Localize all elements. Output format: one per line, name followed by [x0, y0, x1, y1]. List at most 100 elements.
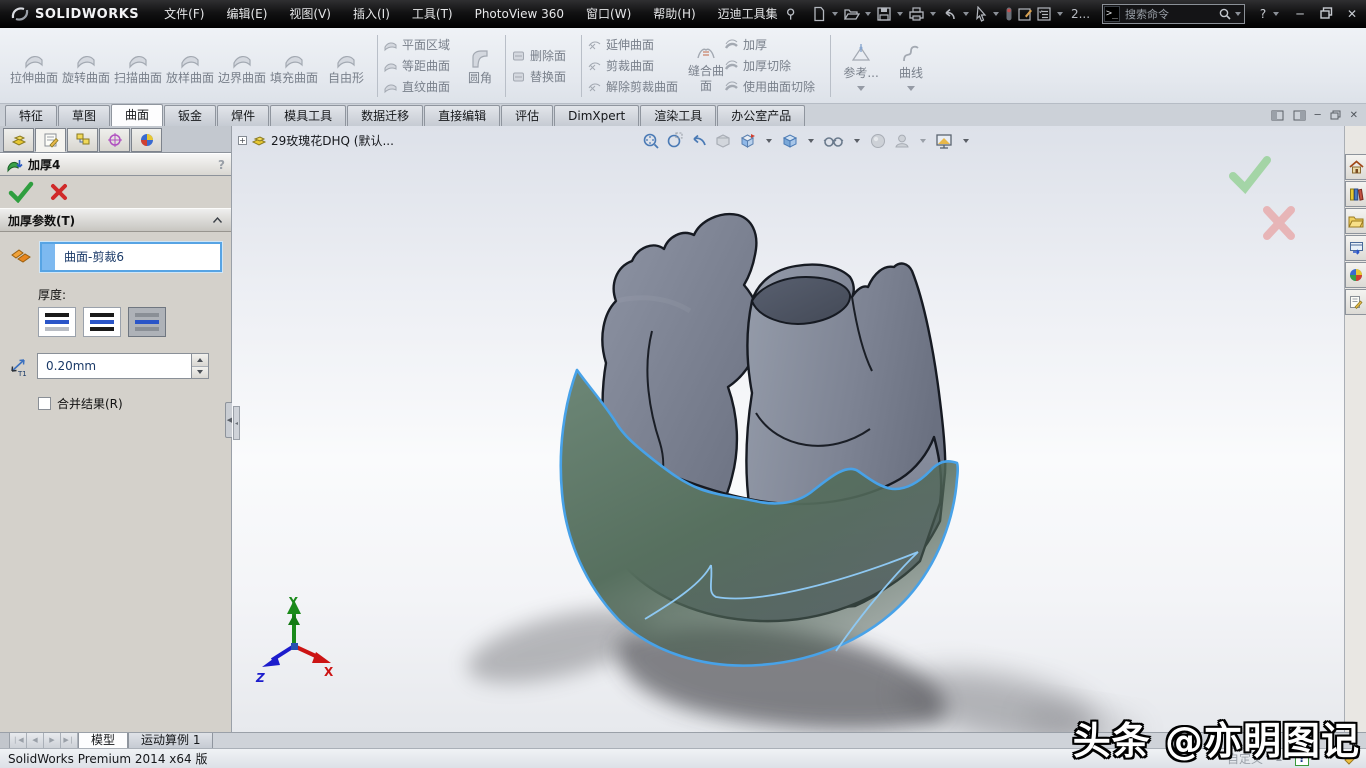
- open-caret[interactable]: [865, 12, 871, 16]
- zoom-area-icon[interactable]: [666, 132, 684, 150]
- new-document-icon[interactable]: [810, 4, 828, 24]
- ribbon-large-button[interactable]: 旋转曲面: [60, 45, 112, 85]
- reference-caret[interactable]: [857, 86, 865, 91]
- command-tab[interactable]: 草图: [58, 105, 110, 126]
- new-caret[interactable]: [832, 12, 838, 16]
- command-tab[interactable]: 数据迁移: [347, 105, 423, 126]
- bottom-tab[interactable]: 模型: [78, 733, 128, 748]
- save-icon[interactable]: [875, 4, 893, 24]
- file-explorer-icon[interactable]: [1345, 208, 1366, 234]
- curves-caret[interactable]: [907, 86, 915, 91]
- display-style-icon[interactable]: [781, 132, 799, 150]
- ribbon-small-button[interactable]: 加厚: [724, 35, 825, 54]
- display-style-caret[interactable]: [808, 139, 814, 143]
- ribbon-large-button[interactable]: 扫描曲面: [112, 45, 164, 85]
- pin-icon[interactable]: [785, 7, 796, 21]
- open-icon[interactable]: [842, 4, 861, 24]
- view-settings-caret[interactable]: [963, 139, 969, 143]
- reference-geometry-button[interactable]: 参考...: [836, 40, 886, 91]
- edit-appearance-icon[interactable]: [869, 132, 887, 150]
- appearances-icon[interactable]: [1345, 262, 1366, 288]
- ribbon-small-button[interactable]: 等距曲面: [383, 56, 460, 75]
- viewport-cancel-button[interactable]: [1267, 210, 1291, 236]
- quick-label[interactable]: 2...: [1071, 7, 1090, 21]
- print-icon[interactable]: [907, 4, 926, 24]
- bottom-tab[interactable]: 运动算例 1: [128, 733, 213, 748]
- menu-item[interactable]: 文件(F): [153, 0, 215, 28]
- menu-item[interactable]: PhotoView 360: [464, 0, 575, 28]
- select-caret[interactable]: [993, 12, 999, 16]
- part-name[interactable]: 29玫瑰花DHQ (默认...: [271, 132, 394, 149]
- ribbon-small-button[interactable]: 替换面: [511, 67, 576, 86]
- search-icon[interactable]: [1218, 7, 1232, 21]
- apply-scene-icon[interactable]: [893, 132, 911, 150]
- command-tab[interactable]: 直接编辑: [424, 105, 500, 126]
- close-button[interactable]: ✕: [1344, 7, 1360, 21]
- curves-button[interactable]: 曲线: [886, 40, 936, 91]
- ribbon-large-button[interactable]: 拉伸曲面: [8, 45, 60, 85]
- help-caret[interactable]: [1273, 12, 1279, 16]
- cancel-button[interactable]: [50, 183, 68, 201]
- menu-item[interactable]: 窗口(W): [575, 0, 642, 28]
- viewport-splitter-knob[interactable]: ◂: [233, 406, 240, 440]
- ribbon-large-button[interactable]: 放样曲面: [164, 45, 216, 85]
- print-caret[interactable]: [930, 12, 936, 16]
- design-library-icon[interactable]: [1345, 181, 1366, 207]
- graphics-viewport[interactable]: + 29玫瑰花DHQ (默认...: [232, 126, 1344, 732]
- command-tab[interactable]: 焊件: [217, 105, 269, 126]
- customize-label[interactable]: 自定义: [1227, 750, 1263, 767]
- command-tab[interactable]: DimXpert: [554, 105, 639, 126]
- quick-tips-icon[interactable]: ?: [1295, 752, 1309, 766]
- options-icon[interactable]: [1035, 4, 1053, 24]
- ribbon-small-button[interactable]: 删除面: [511, 46, 576, 65]
- flyout-feature-tree[interactable]: + 29玫瑰花DHQ (默认...: [238, 132, 394, 149]
- doc-pane-left-icon[interactable]: [1271, 110, 1284, 121]
- view-palette-icon[interactable]: [1345, 235, 1366, 261]
- rebuild-icon[interactable]: [1003, 4, 1015, 24]
- tab-bar-grip[interactable]: [0, 733, 10, 748]
- help-button[interactable]: ?: [1255, 7, 1271, 21]
- restore-button[interactable]: [1318, 7, 1334, 22]
- command-tab[interactable]: 特征: [5, 105, 57, 126]
- tab-display-manager[interactable]: [131, 128, 162, 152]
- thickness-input[interactable]: 0.20mm: [37, 353, 209, 379]
- resources-home-icon[interactable]: [1345, 154, 1366, 180]
- doc-restore-icon[interactable]: [1330, 110, 1341, 120]
- view-settings-icon[interactable]: [935, 132, 954, 150]
- knit-surface-button[interactable]: 缝合曲面: [688, 38, 724, 93]
- ribbon-small-button[interactable]: 使用曲面切除: [724, 77, 825, 96]
- tab-feature-manager[interactable]: [3, 128, 34, 152]
- search-input[interactable]: 搜索命令: [1121, 6, 1218, 22]
- doc-close-icon[interactable]: ✕: [1350, 110, 1358, 121]
- undo-icon[interactable]: [940, 4, 959, 24]
- surface-selection-listbox[interactable]: 曲面-剪裁6: [40, 242, 222, 272]
- undo-caret[interactable]: [963, 12, 969, 16]
- ribbon-small-button[interactable]: 加厚切除: [724, 56, 825, 75]
- ribbon-small-button[interactable]: 平面区域: [383, 35, 460, 54]
- doc-minimize-icon[interactable]: ─: [1315, 110, 1321, 121]
- previous-view-icon[interactable]: [690, 132, 708, 150]
- tab-property-manager[interactable]: [35, 128, 66, 152]
- menu-item[interactable]: 编辑(E): [215, 0, 278, 28]
- menu-item[interactable]: 工具(T): [401, 0, 464, 28]
- ribbon-small-button[interactable]: 解除剪裁曲面: [587, 77, 688, 96]
- ribbon-large-button[interactable]: 自由形: [320, 45, 372, 85]
- view-orientation-icon[interactable]: [738, 132, 757, 150]
- ribbon-large-button[interactable]: 填充曲面: [268, 45, 320, 85]
- doc-pane-right-icon[interactable]: [1293, 110, 1306, 121]
- section-view-icon[interactable]: [714, 132, 732, 150]
- menu-item[interactable]: 迈迪工具集: [707, 0, 789, 28]
- save-caret[interactable]: [897, 12, 903, 16]
- thicken-both-sides-button[interactable]: [83, 307, 121, 337]
- command-tab[interactable]: 曲面: [111, 104, 163, 126]
- tab-configuration-manager[interactable]: [67, 128, 98, 152]
- customize-caret[interactable]: [1276, 757, 1282, 761]
- ribbon-large-button[interactable]: 边界曲面: [216, 45, 268, 85]
- ok-button[interactable]: [8, 181, 34, 203]
- thicken-parameters-group-header[interactable]: 加厚参数(T): [0, 208, 231, 232]
- menu-item[interactable]: 插入(I): [342, 0, 401, 28]
- spin-down-button[interactable]: [192, 367, 208, 379]
- command-search[interactable]: >_ 搜索命令: [1102, 4, 1245, 24]
- ribbon-small-button[interactable]: 延伸曲面: [587, 35, 688, 54]
- select-cursor-icon[interactable]: [973, 4, 989, 24]
